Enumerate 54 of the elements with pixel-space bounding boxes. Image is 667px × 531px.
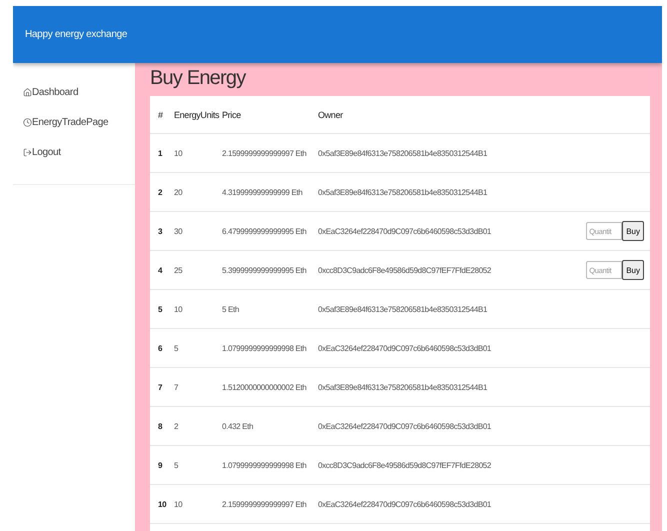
table-cell: 0x5af3E89e84f6313e758206581b4e8350312544B1	[318, 382, 488, 392]
table-cell-text: 6.4799999999999995 Eth	[222, 226, 308, 236]
table-cell: 0x5af3E89e84f6313e758206581b4e8350312544B1	[318, 304, 488, 314]
table-cell-text: 5	[174, 344, 180, 352]
table-cell-text: 1.0799999999999998 Eth	[222, 460, 308, 470]
table-cell-text: 5 Eth	[222, 304, 240, 314]
table-cell-text: 5	[174, 460, 180, 470]
table-cell-text: 1.0799999999999998 Eth	[222, 344, 308, 352]
table-cell-text: 0.432 Eth	[222, 422, 254, 430]
table-cell-text: 9	[158, 460, 164, 470]
clock-icon	[23, 118, 32, 127]
page-heading: Buy Energy	[150, 67, 247, 90]
home-icon	[23, 88, 32, 97]
table-cell-text: 2	[174, 422, 180, 430]
column-header: Owner	[318, 110, 344, 120]
table-cell: 0xEaC3264ef228470d9C097c6b6460598c53d3dB01	[318, 226, 492, 236]
table-cell: 0xcc8D3C9adc6F8e49586d59d8C97fEF7FfdE28052	[318, 460, 491, 470]
table-cell-text: 6	[158, 344, 164, 352]
table-cell: 0xEaC3264ef228470d9C097c6b6460598c53d3dB01	[318, 422, 492, 430]
table-cell-text: 1.5120000000000002 Eth	[222, 382, 308, 392]
table-cell-text: 10	[158, 500, 168, 508]
table-cell-text: 3	[158, 226, 164, 236]
table-cell-text: 4.319999999999999 Eth	[222, 188, 304, 196]
table-cell-text: 4	[158, 266, 164, 274]
table-cell: 0xEaC3264ef228470d9C097c6b6460598c53d3dB01	[318, 344, 492, 352]
logout-icon	[23, 148, 32, 157]
column-header: EnergyUnits	[174, 110, 220, 120]
sidebar-item[interactable]: Dashboard	[13, 87, 135, 98]
table-cell-text: 7	[174, 382, 180, 392]
table-cell-text: 2.1599999999999997 Eth	[222, 148, 308, 158]
column-header: #	[158, 110, 164, 120]
app-title: Happy energy exchange	[25, 29, 128, 40]
table-cell-text: 2.1599999999999997 Eth	[222, 500, 308, 508]
table-cell: 0x5af3E89e84f6313e758206581b4e8350312544B1	[318, 148, 488, 158]
table-cell: 0x5af3E89e84f6313e758206581b4e8350312544B1	[318, 188, 488, 196]
table-cell-text: 8	[158, 422, 164, 430]
buy-button[interactable]: Buy	[622, 221, 644, 241]
buy-button[interactable]: Buy	[622, 260, 644, 280]
table-cell-text: 10	[174, 500, 184, 508]
table-cell-text: 10	[174, 148, 184, 158]
table-cell-text: 25	[174, 266, 184, 274]
table-cell-text: 20	[174, 188, 184, 196]
table-cell-text: 1	[158, 148, 164, 158]
table-cell: 0xEaC3264ef228470d9C097c6b6460598c53d3dB01	[318, 500, 492, 508]
table-cell: 0xcc8D3C9adc6F8e49586d59d8C97fEF7FfdE28052	[318, 266, 491, 274]
column-header: Price	[222, 110, 242, 120]
table-cell-text: 5.3999999999999995 Eth	[222, 266, 308, 274]
table-cell-text: 2	[158, 188, 164, 196]
sidebar-item[interactable]: EnergyTradePage	[13, 117, 135, 128]
table-cell-text: 7	[158, 382, 164, 392]
table-cell-text: 30	[174, 226, 184, 236]
table-cell-text: 5	[158, 304, 164, 314]
table-cell-text: 10	[174, 304, 184, 314]
sidebar-item[interactable]: Logout	[13, 147, 135, 158]
